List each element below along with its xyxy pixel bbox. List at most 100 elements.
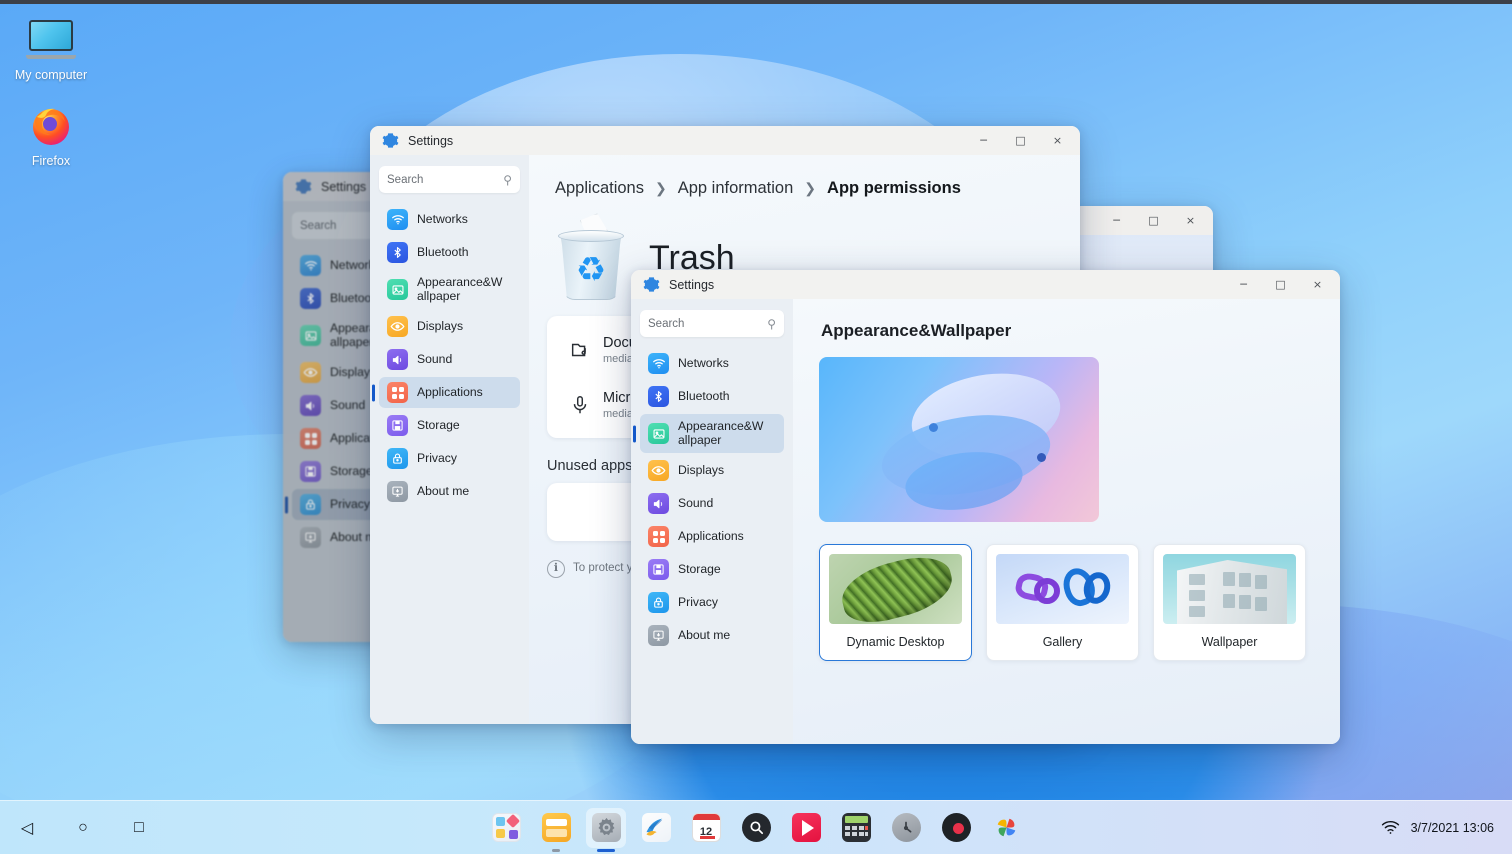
minimize-button[interactable]: ─ bbox=[1098, 207, 1135, 234]
clock[interactable]: 3/7/2021 13:06 bbox=[1411, 821, 1494, 835]
taskbar-app-photos[interactable] bbox=[986, 808, 1026, 848]
window-body: Search ⚲ Networks Bluetooth Appearance&Wal… bbox=[631, 299, 1340, 744]
search-input[interactable]: Search ⚲ bbox=[640, 310, 784, 337]
speaker-icon bbox=[300, 395, 321, 416]
back-button[interactable]: ◁ bbox=[14, 815, 40, 841]
speaker-icon bbox=[648, 493, 669, 514]
taskbar-app-video-player[interactable] bbox=[786, 808, 826, 848]
sidebar-item-applications[interactable]: Applications bbox=[640, 521, 784, 552]
breadcrumb-item-app-permissions[interactable]: App permissions bbox=[827, 179, 961, 198]
desktop-icon-label: Firefox bbox=[31, 154, 71, 168]
search-input[interactable]: Search ⚲ bbox=[379, 166, 520, 193]
monitor-icon bbox=[387, 481, 408, 502]
close-button[interactable]: × bbox=[1299, 271, 1336, 298]
image-icon bbox=[648, 423, 669, 444]
disk-icon bbox=[648, 559, 669, 580]
wallpaper-option-wallpaper[interactable]: Wallpaper bbox=[1153, 544, 1306, 661]
taskbar-app-files[interactable] bbox=[536, 808, 576, 852]
disk-icon bbox=[387, 415, 408, 436]
grid-icon bbox=[648, 526, 669, 547]
titlebar[interactable]: ─ □ × bbox=[1073, 206, 1213, 235]
maximize-button[interactable]: □ bbox=[1002, 127, 1039, 154]
minimize-button[interactable]: ─ bbox=[1225, 271, 1262, 298]
titlebar[interactable]: Settings ─ □ × bbox=[631, 270, 1340, 299]
desktop-icon-firefox[interactable]: Firefox bbox=[0, 100, 102, 169]
trash-icon: ♻ bbox=[547, 212, 635, 304]
home-button[interactable]: ○ bbox=[70, 815, 96, 841]
taskbar-app-clock[interactable] bbox=[886, 808, 926, 848]
current-wallpaper-preview[interactable] bbox=[819, 357, 1099, 522]
close-button[interactable]: × bbox=[1172, 207, 1209, 234]
eye-icon bbox=[300, 362, 321, 383]
sidebar-item-bluetooth[interactable]: Bluetooth bbox=[640, 381, 784, 412]
search-icon: ⚲ bbox=[767, 316, 776, 331]
window-appearance-wallpaper[interactable]: Settings ─ □ × Search ⚲ Networks Bluetoot… bbox=[631, 270, 1340, 744]
window-title: Settings bbox=[669, 277, 715, 292]
search-placeholder: Search bbox=[387, 173, 424, 186]
wallpaper-option-label: Gallery bbox=[1042, 635, 1083, 649]
sidebar-item-sound[interactable]: Sound bbox=[640, 488, 784, 519]
wifi-icon bbox=[300, 255, 321, 276]
sidebar-item-displays[interactable]: Displays bbox=[640, 455, 784, 486]
content-area: Appearance&Wallpaper Dynamic Desktop Gal… bbox=[793, 299, 1340, 744]
sidebar-item-privacy[interactable]: Privacy bbox=[379, 443, 520, 474]
window-title: Settings bbox=[408, 133, 454, 148]
desktop-icon-label: My computer bbox=[14, 68, 88, 82]
monitor-icon bbox=[648, 625, 669, 646]
sidebar-item-label: Networks bbox=[417, 211, 468, 226]
sidebar-item-networks[interactable]: Networks bbox=[640, 348, 784, 379]
recents-button[interactable]: □ bbox=[126, 815, 152, 841]
sidebar-item-storage[interactable]: Storage bbox=[379, 410, 520, 441]
minimize-button[interactable]: ─ bbox=[965, 127, 1002, 154]
taskbar-app-settings[interactable] bbox=[586, 807, 626, 852]
maximize-button[interactable]: □ bbox=[1135, 207, 1172, 234]
sidebar-item-appearance-wallpaper[interactable]: Appearance&Wallpaper bbox=[640, 414, 784, 453]
taskbar-app-calendar[interactable]: 12 bbox=[686, 808, 726, 848]
taskbar-app-calculator[interactable] bbox=[836, 808, 876, 848]
sidebar-item-label: Privacy bbox=[330, 496, 370, 511]
sidebar-item-label: About me bbox=[678, 627, 731, 642]
desktop-icon-my-computer[interactable]: My computer bbox=[0, 14, 102, 83]
sidebar-item-label: Sound bbox=[678, 495, 714, 510]
sidebar-item-applications[interactable]: Applications bbox=[379, 377, 520, 408]
sidebar-item-label: Storage bbox=[330, 463, 373, 478]
breadcrumb: Applications ❯ App information ❯ App permiss… bbox=[529, 155, 1080, 198]
wallpaper-option-dynamic-desktop[interactable]: Dynamic Desktop bbox=[819, 544, 972, 661]
maximize-button[interactable]: □ bbox=[1262, 271, 1299, 298]
dynamic-desktop-thumbnail bbox=[829, 554, 962, 624]
microphone-icon bbox=[565, 394, 595, 416]
taskbar-app-store[interactable] bbox=[636, 808, 676, 848]
sidebar-item-privacy[interactable]: Privacy bbox=[640, 587, 784, 618]
sidebar-item-networks[interactable]: Networks bbox=[379, 204, 520, 235]
info-icon: ℹ bbox=[547, 560, 565, 578]
wallpaper-option-gallery[interactable]: Gallery bbox=[986, 544, 1139, 661]
disk-icon bbox=[300, 461, 321, 482]
sidebar-item-appearance-wallpaper[interactable]: Appearance&Wallpaper bbox=[379, 270, 520, 309]
wifi-icon[interactable] bbox=[1381, 820, 1400, 835]
search-placeholder: Search bbox=[648, 317, 685, 330]
wifi-icon bbox=[387, 209, 408, 230]
breadcrumb-item-app-information[interactable]: App information bbox=[678, 179, 794, 198]
sidebar-item-about-me[interactable]: About me bbox=[379, 476, 520, 507]
taskbar-apps: 12 bbox=[486, 807, 1026, 852]
sidebar-item-storage[interactable]: Storage bbox=[640, 554, 784, 585]
sidebar-item-label: Appearance&Wallpaper bbox=[678, 418, 764, 447]
taskbar-app-app-drawer[interactable] bbox=[486, 808, 526, 848]
sidebar-item-label: Storage bbox=[417, 417, 460, 432]
gallery-thumbnail bbox=[996, 554, 1129, 624]
sidebar-item-displays[interactable]: Displays bbox=[379, 311, 520, 342]
folder-icon bbox=[565, 339, 595, 361]
sidebar-item-about-me[interactable]: About me bbox=[640, 620, 784, 651]
sidebar-item-sound[interactable]: Sound bbox=[379, 344, 520, 375]
taskbar-app-search[interactable] bbox=[736, 808, 776, 848]
search-icon: ⚲ bbox=[503, 172, 512, 187]
sidebar-nav: Networks Bluetooth Appearance&Wallpaper Dis… bbox=[640, 348, 784, 651]
page-title: Appearance&Wallpaper bbox=[821, 321, 1012, 340]
close-button[interactable]: × bbox=[1039, 127, 1076, 154]
titlebar[interactable]: Settings ─ □ × bbox=[370, 126, 1080, 155]
wallpaper-option-label: Wallpaper bbox=[1201, 635, 1258, 649]
window-controls: ─ □ × bbox=[1225, 271, 1336, 298]
sidebar-item-bluetooth[interactable]: Bluetooth bbox=[379, 237, 520, 268]
breadcrumb-item-applications[interactable]: Applications bbox=[555, 179, 644, 198]
taskbar-app-music[interactable] bbox=[936, 808, 976, 848]
